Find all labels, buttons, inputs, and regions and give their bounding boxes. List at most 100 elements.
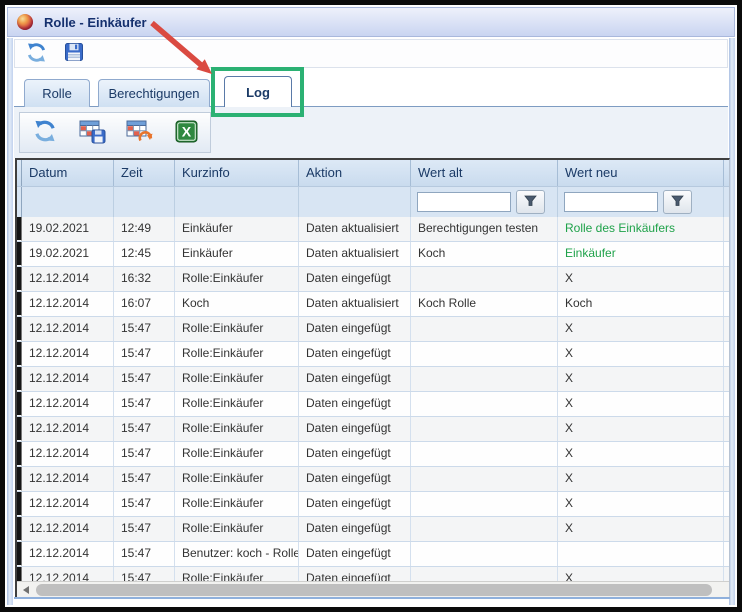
scrollbar-thumb[interactable] [36,584,712,596]
cell-aktion: Daten eingefügt [299,542,411,566]
cell-kurzinfo: Rolle:Einkäufer [175,317,299,341]
table-row[interactable]: 12.12.2014 15:47 Rolle:Einkäufer Daten e… [17,342,729,367]
cell-aktion: Daten eingefügt [299,442,411,466]
cell-aktion: Daten aktualisiert [299,242,411,266]
cell-sliver [724,267,729,291]
filter-cell-aktion [299,187,411,217]
table-row[interactable]: 19.02.2021 12:49 Einkäufer Daten aktuali… [17,217,729,242]
table-row[interactable]: 12.12.2014 15:47 Rolle:Einkäufer Daten e… [17,467,729,492]
window-title: Rolle - Einkäufer [44,15,147,30]
grid-refresh-button[interactable] [30,118,60,148]
scroll-left-button[interactable] [17,582,34,597]
cell-aktion: Daten eingefügt [299,417,411,441]
cell-kurzinfo: Rolle:Einkäufer [175,342,299,366]
tab-berechtigungen[interactable]: Berechtigungen [98,79,210,107]
cell-sliver [724,342,729,366]
table-row[interactable]: 12.12.2014 16:32 Rolle:Einkäufer Daten e… [17,267,729,292]
cell-sliver [724,492,729,516]
funnel-icon [671,195,684,210]
cell-kurzinfo: Rolle:Einkäufer [175,517,299,541]
cell-wert-alt [411,492,558,516]
cell-datum: 19.02.2021 [22,217,114,241]
save-icon [64,42,84,65]
wert-neu-filter-button[interactable] [663,190,692,214]
cell-datum: 12.12.2014 [22,467,114,491]
cell-sliver [724,317,729,341]
filter-cell-wert-neu [558,187,724,217]
column-header-aktion[interactable]: Aktion [299,160,411,186]
refresh-button[interactable] [23,41,49,67]
table-row[interactable]: 12.12.2014 15:47 Rolle:Einkäufer Daten e… [17,392,729,417]
tab-log[interactable]: Log [224,76,292,107]
excel-export-button[interactable]: X [171,118,201,148]
table-row[interactable]: 12.12.2014 15:47 Rolle:Einkäufer Daten e… [17,492,729,517]
cell-sliver [724,242,729,266]
table-row[interactable]: 12.12.2014 15:47 Rolle:Einkäufer Daten e… [17,567,729,581]
cell-datum: 12.12.2014 [22,392,114,416]
column-header-kurzinfo[interactable]: Kurzinfo [175,160,299,186]
cell-datum: 12.12.2014 [22,342,114,366]
grid-toolbar-strip: X [14,107,728,158]
cell-zeit: 15:47 [114,367,175,391]
cell-kurzinfo: Einkäufer [175,242,299,266]
save-grid-layout-icon [79,119,106,147]
cell-datum: 12.12.2014 [22,292,114,316]
cell-aktion: Daten eingefügt [299,567,411,581]
save-grid-layout-button[interactable] [77,118,107,148]
table-row[interactable]: 12.12.2014 15:47 Rolle:Einkäufer Daten e… [17,317,729,342]
cell-wert-alt [411,542,558,566]
column-header-zeit[interactable]: Zeit [114,160,175,186]
column-header-wert-neu[interactable]: Wert neu [558,160,724,186]
cell-aktion: Daten eingefügt [299,342,411,366]
cell-wert-neu: X [558,517,724,541]
cell-zeit: 15:47 [114,317,175,341]
table-row[interactable]: 12.12.2014 15:47 Rolle:Einkäufer Daten e… [17,442,729,467]
tab-rolle-label: Rolle [42,86,72,101]
cell-aktion: Daten eingefügt [299,367,411,391]
cell-wert-alt: Koch [411,242,558,266]
cell-sliver [724,542,729,566]
cell-wert-alt: Berechtigungen testen [411,217,558,241]
cell-wert-neu: X [558,442,724,466]
cell-wert-alt [411,467,558,491]
table-row[interactable]: 12.12.2014 15:47 Benutzer: koch - Rolle … [17,542,729,567]
cell-wert-neu: Einkäufer [558,242,724,266]
cell-wert-alt [411,417,558,441]
cell-zeit: 15:47 [114,492,175,516]
cell-aktion: Daten eingefügt [299,517,411,541]
horizontal-scrollbar[interactable] [17,581,729,597]
table-row[interactable]: 12.12.2014 15:47 Rolle:Einkäufer Daten e… [17,517,729,542]
cell-datum: 12.12.2014 [22,492,114,516]
panel-border-bottom [14,597,730,599]
table-row[interactable]: 12.12.2014 15:47 Rolle:Einkäufer Daten e… [17,367,729,392]
funnel-icon [524,195,537,210]
cell-kurzinfo: Rolle:Einkäufer [175,367,299,391]
tab-rolle[interactable]: Rolle [24,79,90,107]
wert-neu-filter-input[interactable] [564,192,658,212]
cell-wert-neu: X [558,567,724,581]
save-button[interactable] [61,41,87,67]
cell-zeit: 15:47 [114,417,175,441]
cell-datum: 12.12.2014 [22,442,114,466]
cell-sliver [724,567,729,581]
cell-zeit: 15:47 [114,342,175,366]
cell-wert-neu: X [558,492,724,516]
table-row[interactable]: 12.12.2014 16:07 Koch Daten aktualisiert… [17,292,729,317]
table-row[interactable]: 19.02.2021 12:45 Einkäufer Daten aktuali… [17,242,729,267]
cell-sliver [724,467,729,491]
cell-kurzinfo: Rolle:Einkäufer [175,467,299,491]
column-header-wert-alt[interactable]: Wert alt [411,160,558,186]
cell-kurzinfo: Rolle:Einkäufer [175,392,299,416]
wert-alt-filter-button[interactable] [516,190,545,214]
title-bar[interactable]: Rolle - Einkäufer [7,7,735,37]
cell-zeit: 15:47 [114,467,175,491]
cell-aktion: Daten eingefügt [299,317,411,341]
reload-grid-layout-button[interactable] [124,118,154,148]
cell-zeit: 12:45 [114,242,175,266]
column-header-datum[interactable]: Datum [22,160,114,186]
wert-alt-filter-input[interactable] [417,192,511,212]
table-body: 19.02.2021 12:49 Einkäufer Daten aktuali… [17,217,729,581]
cell-zeit: 16:07 [114,292,175,316]
cell-wert-neu: Rolle des Einkäufers [558,217,724,241]
table-row[interactable]: 12.12.2014 15:47 Rolle:Einkäufer Daten e… [17,417,729,442]
